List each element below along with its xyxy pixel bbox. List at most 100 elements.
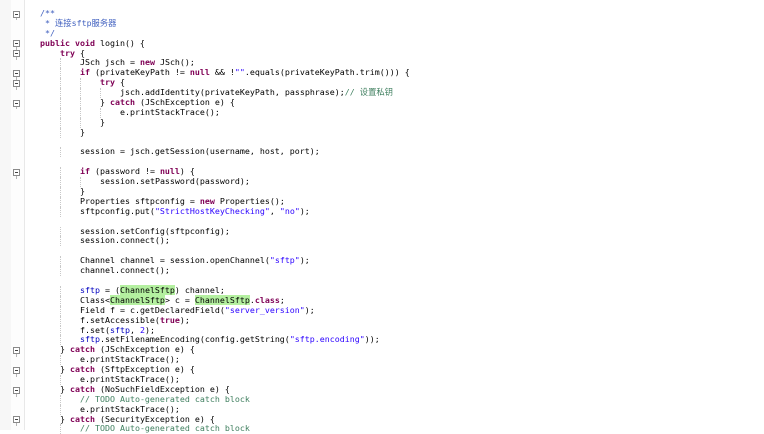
minus-icon[interactable] [13, 99, 20, 107]
indent-guide [80, 98, 82, 108]
code-token: null [159, 166, 180, 177]
fold-range-line [16, 175, 17, 179]
code-line[interactable]: */ [40, 28, 764, 39]
code-token: if [80, 166, 90, 177]
code-token: ; [279, 294, 285, 305]
occurrence-highlight: ChannelSftp [119, 284, 175, 295]
code-line[interactable]: channel.connect(); [40, 265, 764, 277]
code-token: , [129, 324, 140, 335]
indent-guide [60, 325, 62, 336]
code-token: e.printStackTrace(); [80, 354, 180, 365]
code-token: .setFilenameEncoding(config.getString( [99, 334, 290, 345]
indent-guide [60, 295, 62, 306]
minus-icon[interactable] [13, 50, 20, 58]
code-token: class [254, 294, 280, 305]
code-token: ); [144, 324, 155, 335]
code-token: ); [304, 304, 315, 315]
indent-guide [60, 98, 62, 108]
code-token: "sftp.encoding" [289, 334, 365, 345]
indent-guide [60, 167, 62, 178]
minus-icon[interactable] [13, 79, 20, 87]
code-token: sftpconfig.put( [80, 205, 155, 216]
code-line[interactable]: * 连接sftp服务器 [40, 18, 764, 29]
code-token: ) channel; [174, 284, 225, 295]
code-token: (privateKeyPath != [90, 67, 190, 78]
code-line[interactable]: session.connect(); [40, 236, 764, 247]
indent-guide [60, 305, 62, 316]
code-token: "sftp" [269, 255, 300, 266]
code-token: (JSchException e) { [134, 97, 235, 108]
code-area[interactable]: /** * 连接sftp服务器 */public void login() {t… [40, 8, 764, 434]
code-token: login() { [94, 37, 145, 48]
code-token: JSch jsch = [80, 57, 140, 68]
code-token: e.printStackTrace(); [80, 373, 180, 384]
code-token: true [159, 314, 180, 325]
indent-guide [60, 285, 62, 296]
code-token: null [189, 67, 210, 78]
code-token: // TODO Auto-generated catch block [80, 393, 250, 404]
code-token: catch [70, 413, 95, 424]
occurrence-highlight: ChannelSftp [194, 294, 250, 305]
minus-icon[interactable] [13, 386, 20, 394]
indent-guide [60, 236, 62, 247]
code-token: new [139, 57, 155, 68]
code-line[interactable]: } [40, 126, 764, 138]
code-token: try [60, 47, 75, 58]
code-token: ); [299, 255, 310, 266]
code-line[interactable]: public void login() { [40, 37, 764, 49]
code-line[interactable]: // TODO Auto-generated catch block [40, 423, 764, 434]
minus-icon[interactable] [13, 416, 20, 424]
code-line[interactable]: } [40, 116, 764, 128]
code-token: Channel channel = session.openChannel( [80, 255, 270, 266]
code-token: , [269, 205, 280, 216]
occurrence-highlight: ChannelSftp [109, 294, 165, 305]
fold-range-line [16, 86, 17, 90]
fold-range-line [16, 106, 17, 110]
indent-guide [80, 88, 82, 99]
code-token: catch [70, 364, 95, 375]
code-token: catch [70, 344, 95, 355]
fold-range-line [16, 373, 17, 377]
indent-guide [80, 78, 82, 89]
code-line[interactable]: e.printStackTrace(); [40, 107, 764, 118]
indent-guide [60, 117, 62, 128]
minus-icon[interactable] [13, 168, 20, 176]
indent-guide [60, 147, 62, 158]
code-token: { [115, 77, 125, 88]
code-editor[interactable]: /** * 连接sftp服务器 */public void login() {t… [0, 0, 764, 434]
code-token: } [60, 344, 70, 355]
indent-guide [60, 226, 62, 237]
code-token: // TODO Auto-generated catch block [80, 423, 250, 434]
code-token: "no" [279, 205, 300, 216]
code-line[interactable]: session = jsch.getSession(username, host… [40, 146, 764, 158]
minus-icon[interactable] [13, 347, 20, 355]
code-token: } [60, 413, 70, 424]
code-token: } [80, 126, 85, 137]
code-line[interactable]: sftpconfig.put("StrictHostKeyChecking", … [40, 205, 764, 217]
minus-icon[interactable] [13, 40, 20, 48]
indent-guide [80, 107, 82, 118]
code-token: .equals(privateKeyPath.trim())) { [244, 67, 410, 78]
code-token: if [80, 67, 90, 78]
fold-gutter [11, 0, 25, 430]
code-token: new [199, 195, 215, 206]
code-token: f.setAccessible( [80, 314, 160, 325]
indent-guide [60, 127, 62, 138]
code-token: sftp [109, 324, 130, 335]
indent-guide [60, 68, 62, 79]
code-line[interactable]: session.setPassword(password); [40, 176, 764, 188]
indent-guide [60, 78, 62, 89]
code-token: { [75, 47, 85, 58]
fold-range-line [16, 423, 17, 427]
minus-icon[interactable] [13, 366, 20, 374]
code-token: jsch.addIdentity(privateKeyPath, passphr… [120, 87, 345, 98]
code-token: } [100, 116, 105, 127]
indent-guide [60, 206, 62, 217]
minus-icon[interactable] [13, 69, 20, 77]
code-token: Properties sftpconfig = [80, 195, 200, 206]
code-line[interactable]: if (privateKeyPath != null && !"".equals… [40, 67, 764, 79]
code-token: session = jsch.getSession(username, host… [80, 146, 320, 157]
code-token: JSch(); [154, 57, 195, 68]
code-line[interactable]: /** [40, 8, 764, 19]
minus-icon[interactable] [13, 10, 20, 18]
